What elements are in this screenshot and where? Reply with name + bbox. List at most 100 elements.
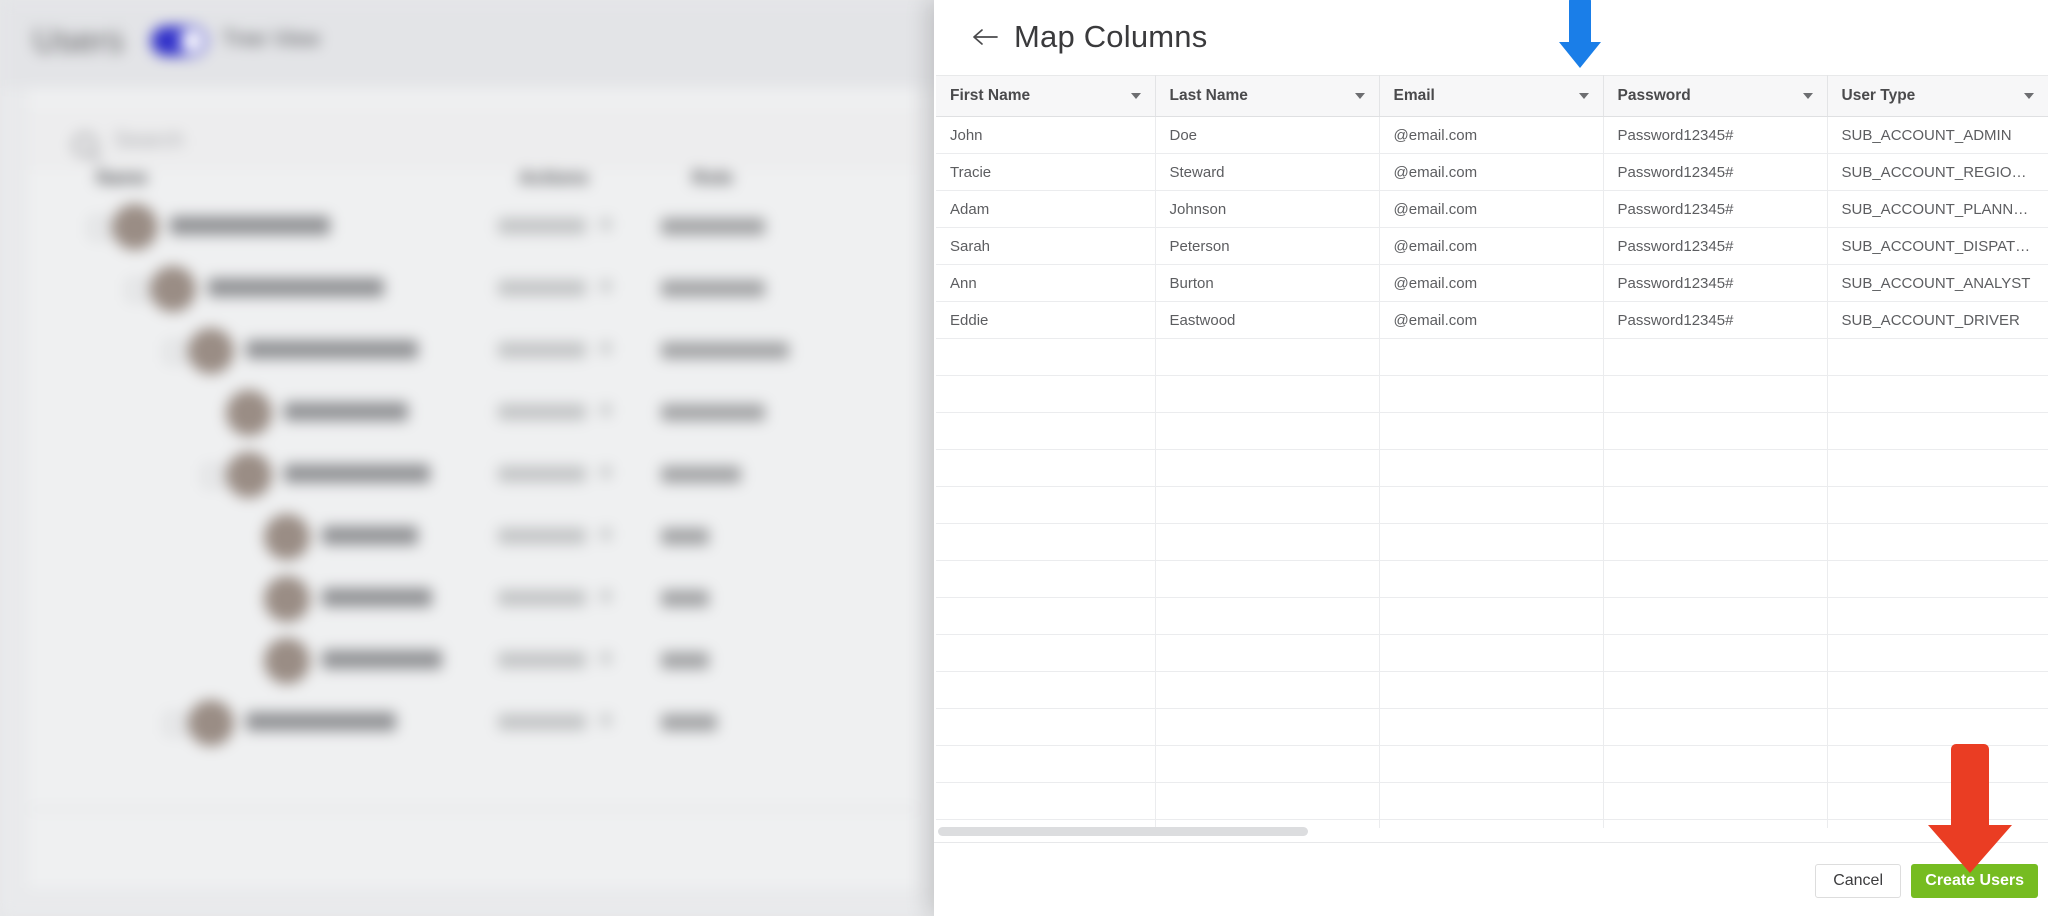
table-cell-empty[interactable]	[1603, 523, 1828, 561]
table-row[interactable]: John Doe @email.com Password12345# SUB_ACCOU…	[936, 116, 2048, 154]
table-row-empty[interactable]	[936, 375, 2048, 413]
table-cell-empty[interactable]	[1379, 375, 1604, 413]
table-cell[interactable]: Password12345#	[1603, 264, 1828, 302]
table-cell[interactable]: Johnson	[1155, 190, 1380, 228]
table-cell-empty[interactable]	[936, 745, 1156, 783]
table-cell-empty[interactable]	[1603, 375, 1828, 413]
table-cell-empty[interactable]	[1379, 671, 1604, 709]
table-cell-empty[interactable]	[1603, 634, 1828, 672]
table-cell[interactable]: @email.com	[1379, 116, 1604, 154]
table-cell[interactable]: @email.com	[1379, 264, 1604, 302]
table-cell-empty[interactable]	[1379, 708, 1604, 746]
table-row[interactable]: Adam Johnson @email.com Password12345# SUB_A…	[936, 190, 2048, 228]
table-row-empty[interactable]	[936, 412, 2048, 450]
chevron-down-icon[interactable]	[1354, 93, 1365, 99]
table-cell-empty[interactable]	[1379, 745, 1604, 783]
table-cell-empty[interactable]	[1603, 745, 1828, 783]
chevron-down-icon[interactable]	[2024, 93, 2034, 99]
table-cell-empty[interactable]	[1155, 708, 1380, 746]
table-cell[interactable]: Password12345#	[1603, 301, 1828, 339]
table-cell-empty[interactable]	[1827, 782, 2048, 820]
table-cell-empty[interactable]	[936, 782, 1156, 820]
table-cell-empty[interactable]	[936, 671, 1156, 709]
table-cell-empty[interactable]	[1155, 745, 1380, 783]
table-cell-empty[interactable]	[1155, 782, 1380, 820]
table-row-empty[interactable]	[936, 523, 2048, 561]
table-row-empty[interactable]	[936, 782, 2048, 820]
table-cell-empty[interactable]	[1603, 708, 1828, 746]
horizontal-scrollbar[interactable]	[936, 826, 2046, 838]
tree-view-toggle[interactable]	[151, 26, 207, 56]
table-cell-empty[interactable]	[1379, 449, 1604, 487]
column-header-password[interactable]: Password	[1603, 75, 1828, 117]
table-cell[interactable]: Password12345#	[1603, 227, 1828, 265]
table-cell-empty[interactable]	[1827, 523, 2048, 561]
table-cell[interactable]: Doe	[1155, 116, 1380, 154]
column-header-last-name[interactable]: Last Name	[1155, 75, 1380, 117]
table-cell[interactable]: SUB_ACCOUNT_ANALYST	[1827, 264, 2048, 302]
table-cell-empty[interactable]	[1827, 449, 2048, 487]
table-cell-empty[interactable]	[1379, 597, 1604, 635]
column-header-first-name[interactable]: First Name	[936, 75, 1156, 117]
table-cell[interactable]: @email.com	[1379, 153, 1604, 191]
table-cell-empty[interactable]	[1155, 375, 1380, 413]
table-cell-empty[interactable]	[1603, 671, 1828, 709]
table-cell-empty[interactable]	[1379, 782, 1604, 820]
table-cell-empty[interactable]	[936, 375, 1156, 413]
table-row-empty[interactable]	[936, 634, 2048, 672]
table-cell-empty[interactable]	[1603, 449, 1828, 487]
table-cell[interactable]: SUB_ACCOUNT_DISPATC...	[1827, 227, 2048, 265]
table-cell[interactable]: Steward	[1155, 153, 1380, 191]
table-cell-empty[interactable]	[1379, 412, 1604, 450]
table-cell-empty[interactable]	[1603, 782, 1828, 820]
table-cell[interactable]: Ann	[936, 264, 1156, 302]
table-cell[interactable]: Burton	[1155, 264, 1380, 302]
table-cell-empty[interactable]	[936, 708, 1156, 746]
table-row-empty[interactable]	[936, 338, 2048, 376]
table-cell-empty[interactable]	[1379, 560, 1604, 598]
table-cell[interactable]: Tracie	[936, 153, 1156, 191]
table-cell-empty[interactable]	[936, 597, 1156, 635]
table-cell-empty[interactable]	[1379, 486, 1604, 524]
table-cell[interactable]: Eastwood	[1155, 301, 1380, 339]
table-cell-empty[interactable]	[1827, 671, 2048, 709]
table-cell-empty[interactable]	[1827, 708, 2048, 746]
table-cell-empty[interactable]	[1155, 486, 1380, 524]
table-cell-empty[interactable]	[1827, 560, 2048, 598]
table-cell-empty[interactable]	[1379, 523, 1604, 561]
table-cell-empty[interactable]	[936, 449, 1156, 487]
table-cell-empty[interactable]	[1155, 671, 1380, 709]
table-cell-empty[interactable]	[936, 523, 1156, 561]
table-cell[interactable]: Adam	[936, 190, 1156, 228]
table-row[interactable]: Ann Burton @email.com Password12345# SUB_ACC…	[936, 264, 2048, 302]
table-cell-empty[interactable]	[936, 634, 1156, 672]
table-cell[interactable]: Password12345#	[1603, 153, 1828, 191]
cancel-button[interactable]: Cancel	[1815, 864, 1901, 898]
table-row-empty[interactable]	[936, 671, 2048, 709]
table-cell[interactable]: Password12345#	[1603, 116, 1828, 154]
table-row-empty[interactable]	[936, 597, 2048, 635]
table-row[interactable]: Sarah Peterson @email.com Password12345# SUB…	[936, 227, 2048, 265]
table-cell[interactable]: @email.com	[1379, 301, 1604, 339]
table-cell[interactable]: SUB_ACCOUNT_ADMIN	[1827, 116, 2048, 154]
table-cell-empty[interactable]	[1379, 338, 1604, 376]
table-cell-empty[interactable]	[936, 560, 1156, 598]
table-cell-empty[interactable]	[1827, 745, 2048, 783]
table-cell-empty[interactable]	[1155, 560, 1380, 598]
table-cell[interactable]: Peterson	[1155, 227, 1380, 265]
arrow-left-icon[interactable]	[968, 20, 1002, 54]
chevron-down-icon[interactable]	[1578, 93, 1589, 99]
table-row-empty[interactable]	[936, 708, 2048, 746]
table-row-empty[interactable]	[936, 745, 2048, 783]
table-cell[interactable]: John	[936, 116, 1156, 154]
table-cell-empty[interactable]	[1155, 338, 1380, 376]
table-cell-empty[interactable]	[1827, 597, 2048, 635]
table-cell-empty[interactable]	[1827, 634, 2048, 672]
table-cell-empty[interactable]	[1155, 449, 1380, 487]
table-cell-empty[interactable]	[1155, 634, 1380, 672]
table-cell-empty[interactable]	[1603, 560, 1828, 598]
table-cell-empty[interactable]	[1603, 597, 1828, 635]
chevron-down-icon[interactable]	[1802, 93, 1813, 99]
table-cell[interactable]: Sarah	[936, 227, 1156, 265]
table-cell-empty[interactable]	[936, 338, 1156, 376]
